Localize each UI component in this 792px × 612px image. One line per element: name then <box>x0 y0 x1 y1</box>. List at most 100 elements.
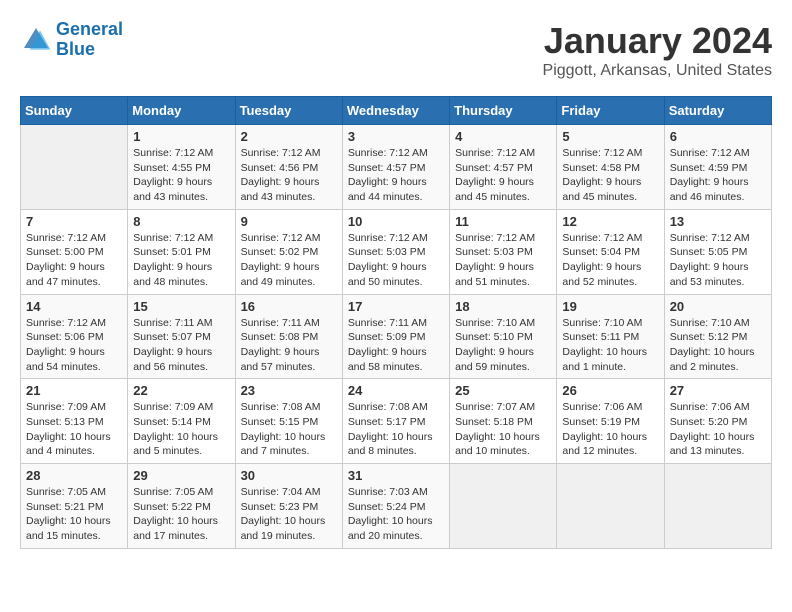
calendar-cell: 4 Sunrise: 7:12 AM Sunset: 4:57 PM Daylig… <box>450 125 557 210</box>
calendar-day-header: Tuesday <box>235 97 342 125</box>
calendar-day-header: Monday <box>128 97 235 125</box>
logo-line2: Blue <box>56 39 95 59</box>
day-number: 14 <box>26 299 122 314</box>
day-info: Sunrise: 7:09 AM Sunset: 5:14 PM Dayligh… <box>133 400 229 459</box>
day-number: 22 <box>133 383 229 398</box>
calendar-cell <box>557 464 664 549</box>
logo-line1: General <box>56 19 123 39</box>
day-number: 28 <box>26 468 122 483</box>
day-info: Sunrise: 7:12 AM Sunset: 5:04 PM Dayligh… <box>562 231 658 290</box>
calendar-week-row: 7 Sunrise: 7:12 AM Sunset: 5:00 PM Daylig… <box>21 209 772 294</box>
logo-text: General Blue <box>56 20 123 60</box>
day-number: 7 <box>26 214 122 229</box>
day-number: 6 <box>670 129 766 144</box>
calendar-cell: 28 Sunrise: 7:05 AM Sunset: 5:21 PM Dayli… <box>21 464 128 549</box>
day-number: 18 <box>455 299 551 314</box>
calendar-cell: 6Sunrise: 7:12 AM Sunset: 4:59 PM Daylig… <box>664 125 771 210</box>
calendar-cell: 19 Sunrise: 7:10 AM Sunset: 5:11 PM Dayli… <box>557 294 664 379</box>
day-number: 2 <box>241 129 337 144</box>
day-number: 30 <box>241 468 337 483</box>
day-info: Sunrise: 7:05 AM Sunset: 5:22 PM Dayligh… <box>133 485 229 544</box>
calendar-cell: 27Sunrise: 7:06 AM Sunset: 5:20 PM Dayli… <box>664 379 771 464</box>
title-area: January 2024 Piggott, Arkansas, United S… <box>543 20 772 80</box>
calendar-cell <box>664 464 771 549</box>
calendar-day-header: Sunday <box>21 97 128 125</box>
calendar-cell <box>450 464 557 549</box>
calendar-day-header: Wednesday <box>342 97 449 125</box>
day-info: Sunrise: 7:12 AM Sunset: 5:03 PM Dayligh… <box>455 231 551 290</box>
day-number: 24 <box>348 383 444 398</box>
calendar-table: SundayMondayTuesdayWednesdayThursdayFrid… <box>20 96 772 549</box>
calendar-cell: 23Sunrise: 7:08 AM Sunset: 5:15 PM Dayli… <box>235 379 342 464</box>
day-number: 1 <box>133 129 229 144</box>
day-info: Sunrise: 7:12 AM Sunset: 4:56 PM Dayligh… <box>241 146 337 205</box>
day-info: Sunrise: 7:11 AM Sunset: 5:07 PM Dayligh… <box>133 316 229 375</box>
calendar-cell: 25 Sunrise: 7:07 AM Sunset: 5:18 PM Dayli… <box>450 379 557 464</box>
calendar-day-header: Friday <box>557 97 664 125</box>
day-info: Sunrise: 7:04 AM Sunset: 5:23 PM Dayligh… <box>241 485 337 544</box>
day-info: Sunrise: 7:10 AM Sunset: 5:10 PM Dayligh… <box>455 316 551 375</box>
day-info: Sunrise: 7:08 AM Sunset: 5:15 PM Dayligh… <box>241 400 337 459</box>
calendar-cell: 8Sunrise: 7:12 AM Sunset: 5:01 PM Daylig… <box>128 209 235 294</box>
day-info: Sunrise: 7:07 AM Sunset: 5:18 PM Dayligh… <box>455 400 551 459</box>
day-info: Sunrise: 7:12 AM Sunset: 4:58 PM Dayligh… <box>562 146 658 205</box>
calendar-cell: 10Sunrise: 7:12 AM Sunset: 5:03 PM Dayli… <box>342 209 449 294</box>
day-number: 25 <box>455 383 551 398</box>
day-number: 16 <box>241 299 337 314</box>
calendar-cell: 12 Sunrise: 7:12 AM Sunset: 5:04 PM Dayli… <box>557 209 664 294</box>
day-info: Sunrise: 7:05 AM Sunset: 5:21 PM Dayligh… <box>26 485 122 544</box>
day-number: 8 <box>133 214 229 229</box>
day-number: 5 <box>562 129 658 144</box>
calendar-cell: 1 Sunrise: 7:12 AM Sunset: 4:55 PM Daylig… <box>128 125 235 210</box>
calendar-week-row: 21Sunrise: 7:09 AM Sunset: 5:13 PM Dayli… <box>21 379 772 464</box>
day-number: 15 <box>133 299 229 314</box>
calendar-cell: 16 Sunrise: 7:11 AM Sunset: 5:08 PM Dayli… <box>235 294 342 379</box>
day-info: Sunrise: 7:10 AM Sunset: 5:11 PM Dayligh… <box>562 316 658 375</box>
calendar-cell: 7 Sunrise: 7:12 AM Sunset: 5:00 PM Daylig… <box>21 209 128 294</box>
page-header: General Blue January 2024 Piggott, Arkan… <box>20 20 772 80</box>
calendar-day-header: Saturday <box>664 97 771 125</box>
calendar-cell: 13 Sunrise: 7:12 AM Sunset: 5:05 PM Dayli… <box>664 209 771 294</box>
day-info: Sunrise: 7:08 AM Sunset: 5:17 PM Dayligh… <box>348 400 444 459</box>
calendar-cell: 22 Sunrise: 7:09 AM Sunset: 5:14 PM Dayli… <box>128 379 235 464</box>
day-info: Sunrise: 7:12 AM Sunset: 5:05 PM Dayligh… <box>670 231 766 290</box>
day-number: 12 <box>562 214 658 229</box>
day-number: 19 <box>562 299 658 314</box>
calendar-cell: 31 Sunrise: 7:03 AM Sunset: 5:24 PM Dayli… <box>342 464 449 549</box>
day-info: Sunrise: 7:11 AM Sunset: 5:08 PM Dayligh… <box>241 316 337 375</box>
calendar-cell: 24 Sunrise: 7:08 AM Sunset: 5:17 PM Dayli… <box>342 379 449 464</box>
day-number: 10 <box>348 214 444 229</box>
day-info: Sunrise: 7:09 AM Sunset: 5:13 PM Dayligh… <box>26 400 122 459</box>
calendar-cell: 14Sunrise: 7:12 AM Sunset: 5:06 PM Dayli… <box>21 294 128 379</box>
calendar-cell: 15 Sunrise: 7:11 AM Sunset: 5:07 PM Dayli… <box>128 294 235 379</box>
day-number: 3 <box>348 129 444 144</box>
day-info: Sunrise: 7:12 AM Sunset: 4:57 PM Dayligh… <box>455 146 551 205</box>
day-info: Sunrise: 7:12 AM Sunset: 4:55 PM Dayligh… <box>133 146 229 205</box>
calendar-header-row: SundayMondayTuesdayWednesdayThursdayFrid… <box>21 97 772 125</box>
day-number: 9 <box>241 214 337 229</box>
day-number: 11 <box>455 214 551 229</box>
calendar-cell: 9Sunrise: 7:12 AM Sunset: 5:02 PM Daylig… <box>235 209 342 294</box>
calendar-week-row: 14Sunrise: 7:12 AM Sunset: 5:06 PM Dayli… <box>21 294 772 379</box>
day-number: 27 <box>670 383 766 398</box>
day-number: 29 <box>133 468 229 483</box>
calendar-week-row: 1 Sunrise: 7:12 AM Sunset: 4:55 PM Daylig… <box>21 125 772 210</box>
calendar-cell <box>21 125 128 210</box>
calendar-cell: 5 Sunrise: 7:12 AM Sunset: 4:58 PM Daylig… <box>557 125 664 210</box>
day-number: 4 <box>455 129 551 144</box>
day-number: 31 <box>348 468 444 483</box>
calendar-cell: 3 Sunrise: 7:12 AM Sunset: 4:57 PM Daylig… <box>342 125 449 210</box>
day-info: Sunrise: 7:12 AM Sunset: 4:57 PM Dayligh… <box>348 146 444 205</box>
calendar-day-header: Thursday <box>450 97 557 125</box>
calendar-week-row: 28 Sunrise: 7:05 AM Sunset: 5:21 PM Dayli… <box>21 464 772 549</box>
day-info: Sunrise: 7:03 AM Sunset: 5:24 PM Dayligh… <box>348 485 444 544</box>
logo: General Blue <box>20 20 123 60</box>
day-number: 26 <box>562 383 658 398</box>
calendar-cell: 21Sunrise: 7:09 AM Sunset: 5:13 PM Dayli… <box>21 379 128 464</box>
day-info: Sunrise: 7:11 AM Sunset: 5:09 PM Dayligh… <box>348 316 444 375</box>
logo-icon <box>20 24 52 56</box>
calendar-cell: 29 Sunrise: 7:05 AM Sunset: 5:22 PM Dayli… <box>128 464 235 549</box>
day-info: Sunrise: 7:12 AM Sunset: 5:00 PM Dayligh… <box>26 231 122 290</box>
day-number: 13 <box>670 214 766 229</box>
calendar-cell: 30 Sunrise: 7:04 AM Sunset: 5:23 PM Dayli… <box>235 464 342 549</box>
